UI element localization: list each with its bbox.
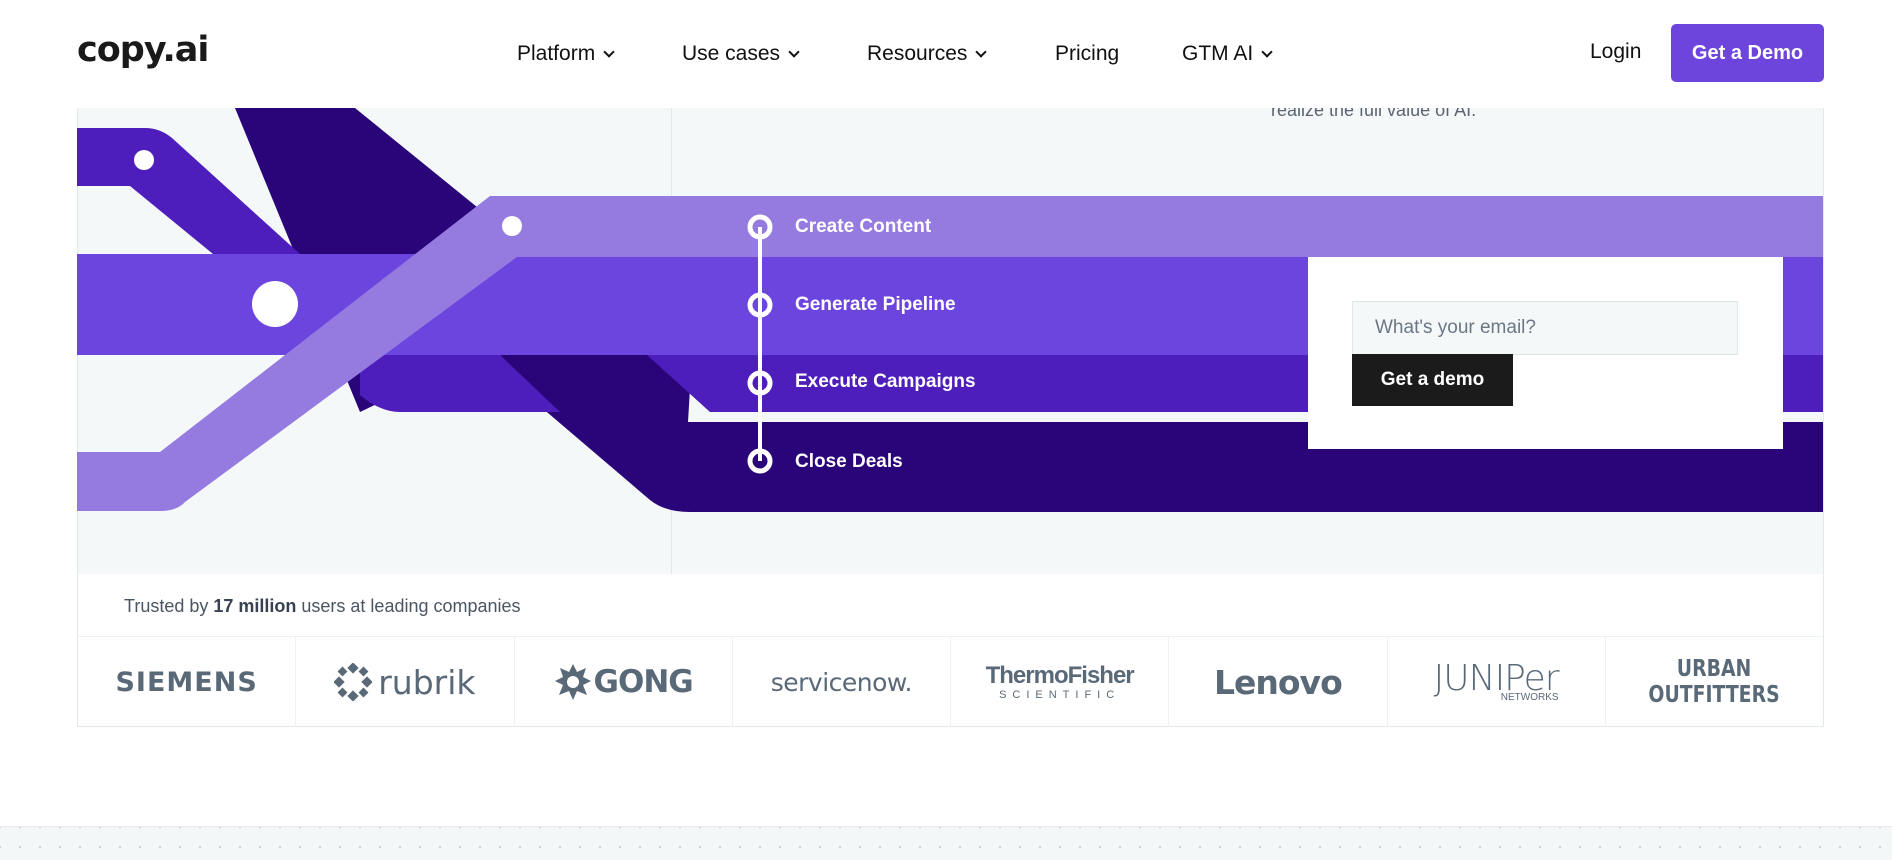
nav-pricing[interactable]: Pricing (1055, 40, 1119, 68)
get-a-demo-button[interactable]: Get a Demo (1671, 24, 1824, 82)
trust-highlight: 17 million (213, 596, 297, 616)
nav-use-cases-label: Use cases (682, 42, 781, 65)
email-input[interactable] (1352, 301, 1738, 355)
rubrik-wordmark: rubrik (378, 662, 476, 702)
urban-wordmark: URBAN (1677, 655, 1752, 682)
customer-logo-row: SIEMENS rubrik GONG servicenow. ThermoFi… (78, 636, 1823, 727)
logo-lenovo: Lenovo (1169, 637, 1388, 727)
dot-large (252, 281, 298, 327)
thermo-fisher-sub: SCIENTIFIC (999, 688, 1121, 701)
outfitters-wordmark: OUTFITTERS (1648, 682, 1781, 708)
nav-pricing-label: Pricing (1055, 42, 1120, 65)
step-close-deals: Close Deals (795, 451, 903, 472)
lenovo-wordmark: Lenovo (1213, 662, 1343, 702)
chevron-down-icon (788, 45, 800, 58)
nav-resources-label: Resources (867, 42, 968, 65)
gong-burst-icon (554, 664, 591, 700)
nav-gtm-ai-label: GTM AI (1182, 42, 1254, 65)
dot-medium (502, 216, 522, 236)
chevron-down-icon (1261, 45, 1273, 58)
logo-urban-outfitters: URBAN OUTFITTERS (1606, 637, 1823, 727)
nav-resources[interactable]: Resources (867, 40, 988, 68)
nav-gtm-ai[interactable]: GTM AI (1182, 40, 1273, 68)
chevron-down-icon (603, 45, 615, 58)
dotted-background-band (0, 826, 1892, 860)
trust-statement: Trusted by 17 million users at leading c… (124, 596, 521, 617)
logo-siemens: SIEMENS (78, 637, 297, 727)
logo-rubrik: rubrik (296, 637, 515, 727)
demo-form-card: Get a demo (1308, 257, 1783, 449)
nav-use-cases[interactable]: Use cases (682, 40, 800, 68)
step-generate-pipeline: Generate Pipeline (795, 294, 956, 315)
dot-small (134, 150, 154, 170)
rubrik-mark-icon (334, 663, 373, 701)
servicenow-wordmark: servicenow. (770, 667, 913, 697)
logo-juniper: JUNIPer NETWORKS (1388, 637, 1606, 727)
thermo-fisher-wordmark: ThermoFisher (985, 661, 1135, 689)
juniper-sub: NETWORKS (1500, 692, 1559, 703)
logo-servicenow: servicenow. (733, 637, 951, 727)
chevron-down-icon (975, 45, 988, 58)
gong-wordmark: GONG (593, 664, 694, 700)
nav-platform-label: Platform (517, 42, 596, 65)
logo-thermo-fisher: ThermoFisher SCIENTIFIC (951, 637, 1170, 727)
logo-gong: GONG (515, 637, 733, 727)
copyai-logo[interactable]: copy.ai (77, 30, 209, 70)
top-navigation: copy.ai Platform Use cases Resources Pri… (0, 0, 1892, 108)
trust-prefix: Trusted by (124, 596, 214, 616)
trust-section: Trusted by 17 million users at leading c… (77, 574, 1824, 727)
login-link[interactable]: Login (1590, 40, 1641, 64)
trust-suffix: users at leading companies (296, 596, 521, 616)
step-execute-campaigns: Execute Campaigns (795, 371, 976, 392)
nav-platform[interactable]: Platform (517, 40, 615, 68)
siemens-wordmark: SIEMENS (115, 666, 258, 698)
get-a-demo-submit-button[interactable]: Get a demo (1352, 354, 1513, 406)
step-create-content: Create Content (795, 216, 932, 237)
